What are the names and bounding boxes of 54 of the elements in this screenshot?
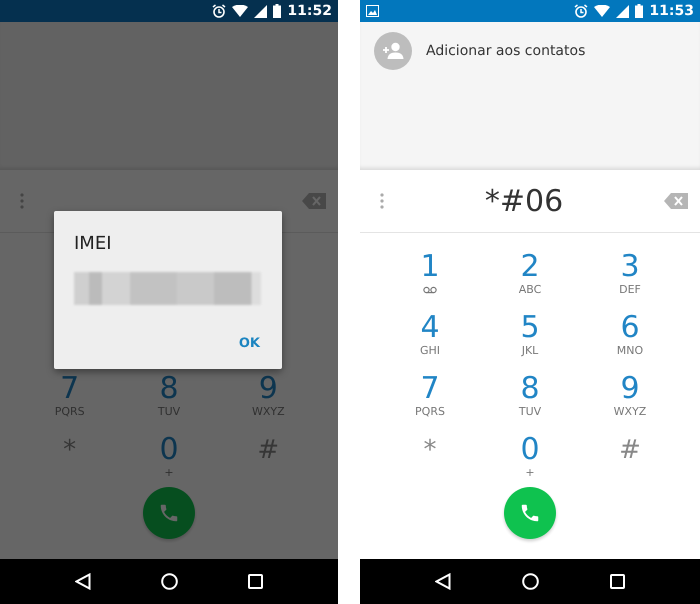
signal-icon [616, 4, 630, 18]
add-contact-icon[interactable] [374, 32, 412, 70]
dial-key[interactable]: * [424, 422, 436, 483]
dial-key[interactable]: 5 JKL [520, 300, 540, 361]
dial-key[interactable]: 4 GHI [420, 300, 440, 361]
dial-key[interactable]: 0 + [159, 422, 179, 483]
alarm-icon [574, 4, 588, 18]
key-letters: WXYZ [614, 405, 646, 419]
backspace-icon[interactable] [302, 193, 326, 209]
wifi-icon [594, 5, 610, 17]
recents-icon[interactable] [610, 574, 625, 589]
key-letters: + [164, 466, 174, 480]
wifi-icon [232, 5, 248, 17]
dial-key[interactable]: 9 WXYZ [614, 361, 646, 422]
key-letters: + [525, 466, 535, 480]
key-letters: PQRS [415, 405, 445, 419]
home-icon[interactable] [161, 573, 178, 590]
dial-key[interactable]: 7 PQRS [415, 361, 445, 422]
home-icon[interactable] [522, 573, 539, 590]
image-icon [366, 5, 379, 17]
dial-key[interactable]: 6 MNO [616, 300, 644, 361]
voicemail-icon [423, 286, 437, 294]
call-button[interactable] [143, 487, 195, 539]
phone-icon [519, 502, 541, 524]
dialog-title: IMEI [74, 233, 112, 254]
battery-icon [273, 4, 282, 18]
dial-key[interactable]: # [619, 422, 641, 483]
back-icon[interactable] [435, 573, 452, 590]
overflow-menu-icon[interactable] [380, 193, 384, 209]
key-letters: JKL [522, 344, 538, 358]
ok-button[interactable]: OK [236, 332, 262, 355]
call-button[interactable] [504, 487, 556, 539]
key-letters: TUV [518, 405, 542, 419]
add-contact-label[interactable]: Adicionar aos contatos [426, 43, 586, 59]
dial-key[interactable]: 2 ABC [518, 239, 542, 300]
back-icon[interactable] [75, 573, 91, 590]
dialed-number[interactable]: *#06 [384, 184, 664, 218]
dial-key[interactable]: 1 [420, 239, 440, 300]
overflow-menu-icon[interactable] [20, 193, 24, 209]
status-time: 11:53 [649, 3, 694, 19]
recents-icon[interactable] [248, 574, 263, 589]
dial-key[interactable]: 0 + [520, 422, 540, 483]
battery-icon [635, 4, 644, 18]
dial-key[interactable]: 3 DEF [619, 239, 641, 300]
backspace-icon[interactable] [664, 193, 688, 209]
dial-key[interactable]: 8 TUV [518, 361, 542, 422]
alarm-icon [212, 4, 226, 18]
key-letters: GHI [420, 344, 440, 358]
key-letters: DEF [619, 283, 641, 297]
status-time: 11:52 [287, 3, 332, 19]
signal-icon [254, 4, 268, 18]
phone-icon [158, 502, 180, 524]
key-letters: ABC [518, 283, 542, 297]
key-letters: MNO [616, 344, 644, 358]
